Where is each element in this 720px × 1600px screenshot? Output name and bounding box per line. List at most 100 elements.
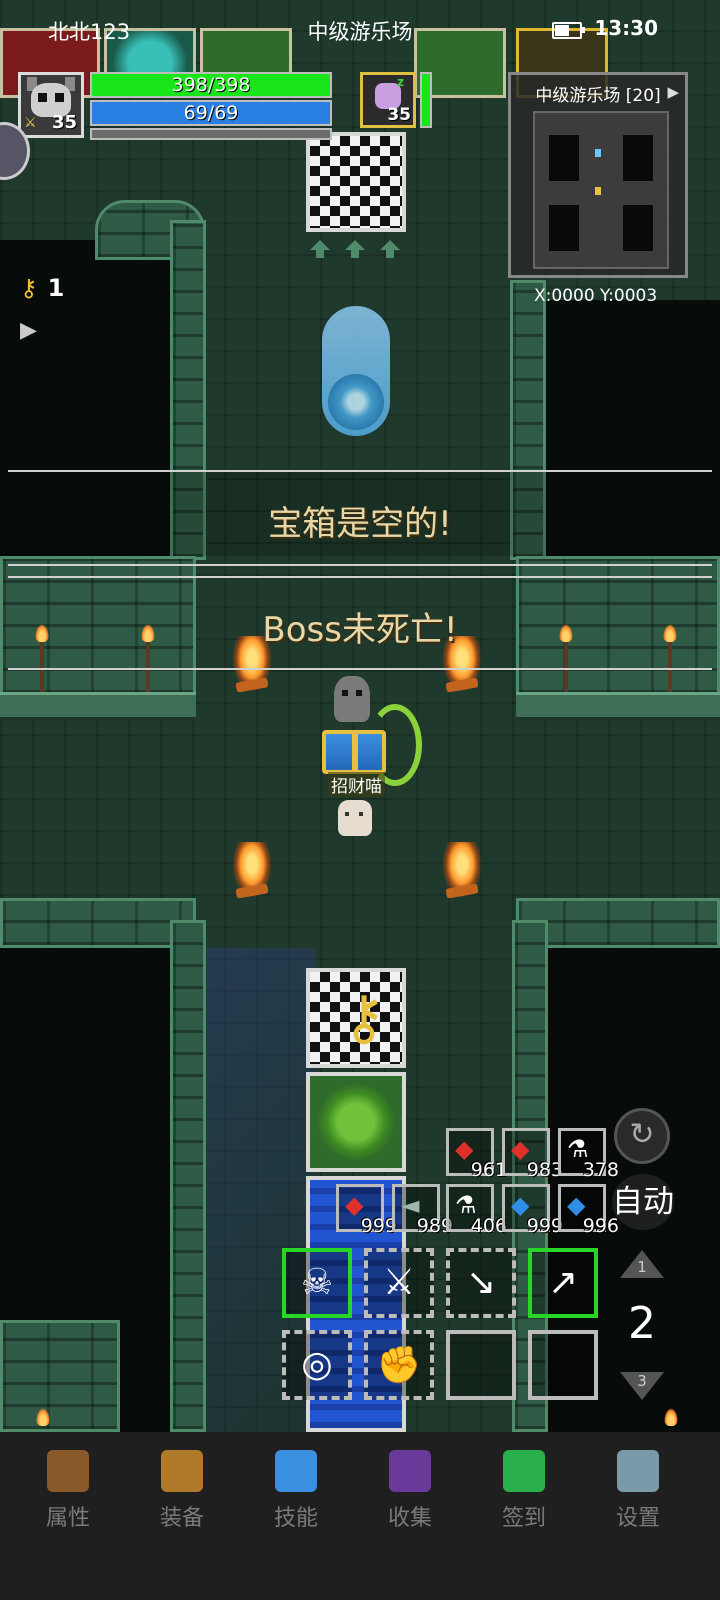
item-slot[interactable]: ◄ 989 bbox=[392, 1184, 453, 1237]
nav-label: 签到 bbox=[501, 1506, 546, 1531]
gem-icon bbox=[503, 1450, 545, 1492]
skill-slot-spear[interactable]: ↘ bbox=[446, 1248, 516, 1318]
current-floor: 2 bbox=[628, 1298, 656, 1349]
sword-icon: ⚔ bbox=[382, 1262, 416, 1303]
pet-name-label: 招财喵 bbox=[328, 772, 385, 797]
pet-level: 35 bbox=[387, 105, 411, 125]
vortex-icon: ◎ bbox=[301, 1344, 333, 1385]
status-bar: 北北123 中级游乐场 13:30 bbox=[0, 0, 720, 58]
mp-bar: 69/69 bbox=[90, 100, 332, 126]
ledge-right bbox=[516, 692, 720, 720]
item-slot[interactable]: ◆ 961 bbox=[446, 1128, 507, 1181]
board-tile-key[interactable]: ⚷ bbox=[306, 968, 406, 1068]
nav-label: 设置 bbox=[615, 1506, 660, 1531]
key-icon: ⚷ bbox=[342, 983, 386, 1053]
lucky-cat-sprite[interactable] bbox=[338, 800, 372, 836]
nav-item-book[interactable]: 收集 bbox=[360, 1450, 460, 1540]
swap-button[interactable]: ↻ bbox=[614, 1108, 670, 1164]
minimap-pit bbox=[623, 205, 653, 251]
boss-skeleton-sprite[interactable] bbox=[334, 676, 370, 722]
divider bbox=[8, 470, 712, 472]
nav-item-bag[interactable]: 装备 bbox=[132, 1450, 232, 1540]
game-screen[interactable]: ⚷ 宝箱是空的! Boss未死亡! 招财喵 北北123 中级游乐场 13:30 … bbox=[0, 0, 720, 1600]
xp-bar bbox=[90, 128, 332, 140]
item-slot[interactable]: ⚗ 378 bbox=[558, 1128, 619, 1181]
clock-time: 13:30 bbox=[594, 16, 658, 40]
floor-down-button[interactable]: 3 bbox=[620, 1372, 664, 1402]
item-slot[interactable]: ◆ 996 bbox=[558, 1184, 619, 1237]
battery-level bbox=[555, 25, 570, 36]
item-slot[interactable]: ◆ 999 bbox=[336, 1184, 397, 1237]
player-level: 35 bbox=[51, 112, 77, 133]
player-avatar[interactable]: ⚔ 35 bbox=[18, 72, 84, 138]
message-chest-empty: 宝箱是空的! bbox=[268, 504, 452, 544]
book-icon bbox=[389, 1450, 431, 1492]
helmet-icon bbox=[47, 1450, 89, 1492]
item-count: 996 bbox=[582, 1215, 619, 1237]
floor-down-number: 3 bbox=[637, 1372, 647, 1390]
divider bbox=[8, 576, 712, 578]
nav-item-gem[interactable]: 签到 bbox=[474, 1450, 574, 1540]
nav-item-gear[interactable]: 设置 bbox=[588, 1450, 688, 1540]
key-count-value: 1 bbox=[47, 274, 65, 302]
item-slot[interactable]: ◆ 983 bbox=[502, 1128, 563, 1181]
bag-icon bbox=[161, 1450, 203, 1492]
floor-torch-left bbox=[36, 1408, 50, 1426]
pet-hp-fill bbox=[422, 74, 430, 126]
auto-button[interactable]: 自动 bbox=[612, 1174, 674, 1230]
minimap-pit bbox=[623, 135, 653, 181]
wall-lower-column-left bbox=[170, 920, 206, 1432]
arrow-up-icon bbox=[380, 240, 400, 258]
crystal-icon bbox=[275, 1450, 317, 1492]
skill-slot-vortex[interactable]: ◎ bbox=[282, 1330, 352, 1400]
arrows-icon: ↗ bbox=[547, 1262, 579, 1303]
expand-arrow-icon[interactable]: ▶ bbox=[20, 318, 37, 343]
sword-icon: ⚔ bbox=[24, 115, 37, 131]
minimap-title: 中级游乐场 [20] bbox=[535, 86, 661, 106]
wall-lower-band-left bbox=[0, 898, 196, 948]
skill-slot-strike[interactable]: ✊ bbox=[364, 1330, 434, 1400]
board-tile-bush[interactable] bbox=[306, 1072, 406, 1172]
board-tile-checker[interactable] bbox=[306, 132, 406, 232]
spear-icon: ↘ bbox=[465, 1262, 497, 1303]
pet-avatar[interactable]: z 35 bbox=[360, 72, 416, 128]
bonfire-icon bbox=[232, 842, 272, 898]
minimap-expand-icon[interactable]: ▶ bbox=[667, 83, 679, 101]
skill-slot-empty[interactable] bbox=[446, 1330, 516, 1400]
skill-slot-demon[interactable]: ☠ bbox=[282, 1248, 352, 1318]
nav-label: 技能 bbox=[273, 1506, 318, 1531]
message-boss-alive: Boss未死亡! bbox=[262, 610, 458, 650]
map-coordinates: X:0000 Y:0003 bbox=[534, 286, 658, 306]
floor-up-number: 1 bbox=[637, 1258, 647, 1276]
divider bbox=[8, 668, 712, 670]
minimap-portal-marker bbox=[595, 149, 601, 157]
divider bbox=[8, 564, 712, 566]
skill-slot-empty[interactable] bbox=[528, 1330, 598, 1400]
bottom-nav: 属性 装备 技能 收集 签到 设置 bbox=[0, 1432, 720, 1600]
minimap-grid bbox=[533, 111, 669, 269]
floor-torch-right bbox=[664, 1408, 678, 1426]
key-icon: ⚷ bbox=[20, 274, 38, 302]
minimap[interactable]: 中级游乐场 [20] ▶ bbox=[508, 72, 688, 278]
nav-item-crystal[interactable]: 技能 bbox=[246, 1450, 346, 1540]
gear-icon bbox=[617, 1450, 659, 1492]
item-count: 378 bbox=[582, 1159, 619, 1181]
skill-slot-sword[interactable]: ⚔ bbox=[364, 1248, 434, 1318]
item-slot[interactable]: ◆ 999 bbox=[502, 1184, 563, 1237]
hp-text: 398/398 bbox=[171, 74, 251, 96]
mp-text: 69/69 bbox=[183, 102, 239, 124]
treasure-chest[interactable] bbox=[322, 730, 386, 774]
sleep-icon: z bbox=[397, 75, 404, 89]
floor-up-button[interactable]: 1 bbox=[620, 1250, 664, 1280]
strike-icon: ✊ bbox=[376, 1345, 422, 1386]
skill-slot-arrows[interactable]: ↗ bbox=[528, 1248, 598, 1318]
key-counter: ⚷ 1 bbox=[20, 274, 64, 302]
nav-label: 收集 bbox=[387, 1506, 432, 1531]
nav-item-helmet[interactable]: 属性 bbox=[18, 1450, 118, 1540]
arrow-up-icon bbox=[310, 240, 330, 258]
teleport-portal[interactable] bbox=[322, 306, 390, 436]
nav-label: 装备 bbox=[159, 1506, 204, 1531]
minimap-pit bbox=[549, 135, 579, 181]
pet-hp-bar bbox=[420, 72, 432, 128]
item-slot[interactable]: ⚗ 406 bbox=[446, 1184, 507, 1237]
